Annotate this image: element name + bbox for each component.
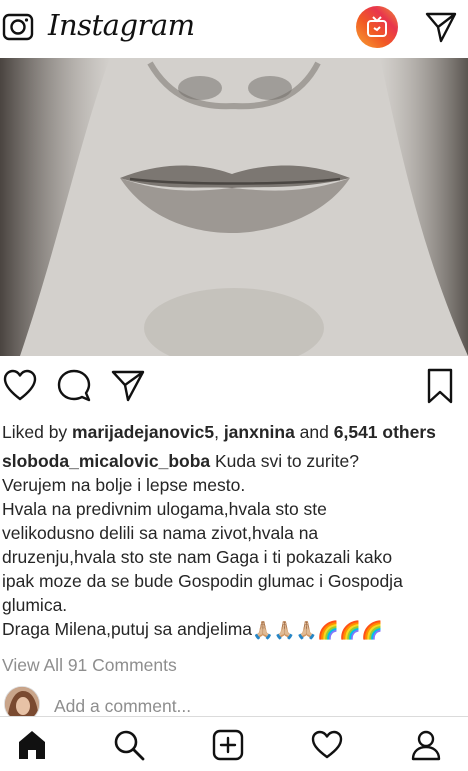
share-icon[interactable] [110, 368, 146, 404]
profile-icon[interactable] [410, 729, 442, 761]
view-all-comments-link[interactable]: View All 91 Comments [2, 655, 177, 676]
bottom-navigation [0, 716, 468, 771]
avatar [4, 686, 40, 716]
post-caption: sloboda_micalovic_boba Kuda svi to zurit… [2, 449, 464, 642]
comment-icon[interactable] [56, 368, 92, 404]
caption-emojis: 🙏🏼🙏🏼🙏🏼🌈🌈🌈 [252, 620, 383, 641]
app-logo: Instagram [48, 8, 195, 42]
caption-text: glumica. [2, 595, 68, 615]
home-icon[interactable] [16, 729, 48, 761]
add-comment-row: Add a comment... [0, 686, 468, 716]
caption-text: Draga Milena,putuj sa andjelima [2, 619, 252, 639]
liked-separator: , [214, 422, 224, 442]
liked-user-link[interactable]: marijadejanovic5 [72, 422, 214, 442]
top-bar: Instagram [0, 0, 468, 56]
caption-text: Verujem na bolje i lepse mesto. [2, 475, 246, 495]
caption-text: Hvala na predivnim ulogama,hvala sto ste [2, 499, 327, 519]
post-actions [0, 362, 468, 410]
search-icon[interactable] [113, 729, 145, 761]
add-comment-input[interactable]: Add a comment... [54, 696, 191, 716]
likes-count-link[interactable]: 6,541 others [334, 422, 436, 442]
liked-and: and [294, 422, 334, 442]
heart-icon[interactable] [2, 368, 38, 404]
igtv-icon[interactable] [356, 6, 398, 48]
camera-icon[interactable] [2, 10, 34, 42]
caption-username[interactable]: sloboda_micalovic_boba [2, 451, 210, 471]
liked-prefix: Liked by [2, 422, 73, 442]
likes-summary: Liked by marijadejanovic5, janxnina and … [2, 422, 436, 443]
new-post-icon[interactable] [212, 729, 244, 761]
liked-user-link[interactable]: janxnina [224, 422, 295, 442]
paper-plane-icon[interactable] [424, 10, 458, 44]
caption-text: druzenju,hvala sto ste nam Gaga i ti pok… [2, 547, 393, 567]
caption-text: velikodusno delili sa nama zivot,hvala n… [2, 523, 319, 543]
caption-text: Kuda svi to zurite? [210, 451, 359, 471]
activity-heart-icon[interactable] [311, 729, 343, 761]
caption-text: ipak moze da se bude Gospodin glumac i G… [2, 571, 403, 591]
bookmark-icon[interactable] [422, 368, 458, 404]
post-photo[interactable] [0, 58, 468, 356]
